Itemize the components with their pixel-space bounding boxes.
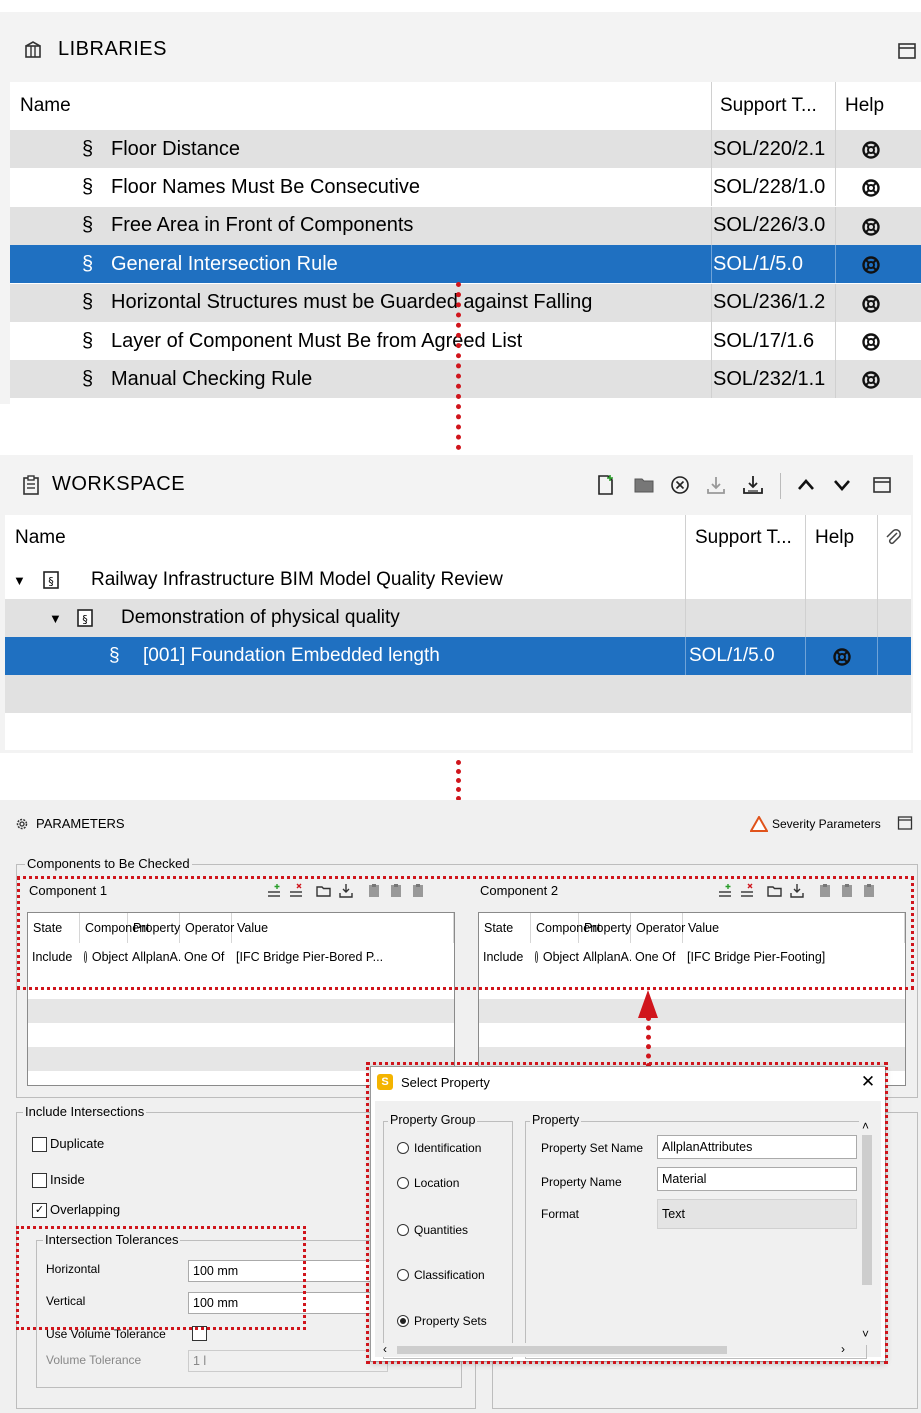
close-circle-icon[interactable] bbox=[668, 473, 692, 497]
annotation-arrow-1 bbox=[456, 282, 461, 450]
help-icon[interactable] bbox=[860, 139, 882, 161]
download-all-icon[interactable] bbox=[740, 473, 766, 497]
workspace-icon bbox=[20, 473, 42, 497]
svg-text:§: § bbox=[48, 575, 54, 588]
open-folder-icon[interactable] bbox=[632, 473, 658, 497]
workspace-title: WORKSPACE bbox=[52, 473, 186, 495]
library-row[interactable]: § Floor Names Must Be Consecutive SOL/228/… bbox=[10, 168, 921, 207]
help-icon[interactable] bbox=[831, 646, 853, 668]
libraries-header: Name Support T... Help bbox=[10, 82, 921, 130]
gear-icon bbox=[14, 816, 30, 832]
overlapping-label: Overlapping bbox=[50, 1202, 121, 1217]
new-file-icon[interactable] bbox=[594, 473, 618, 497]
download-icon[interactable] bbox=[704, 473, 728, 497]
rule-set-icon: § bbox=[75, 607, 95, 629]
annotation-arrowhead bbox=[638, 990, 658, 1018]
support-tag: SOL/228/1.0 bbox=[713, 175, 826, 198]
tree-row-selected[interactable]: § [001] Foundation Embedded length SOL/1… bbox=[5, 637, 911, 675]
tree-row-label: [001] Foundation Embedded length bbox=[143, 645, 440, 666]
libraries-table: Name Support T... Help § Floor Distance SO… bbox=[10, 82, 921, 404]
maximize-icon[interactable] bbox=[896, 814, 914, 832]
rule-set-icon: § bbox=[41, 569, 61, 591]
attachment-icon[interactable] bbox=[881, 527, 905, 549]
tree-row[interactable]: ▼ § Railway Infrastructure BIM Model Qua… bbox=[5, 561, 911, 599]
library-row[interactable]: § Free Area in Front of Components SOL/226… bbox=[10, 206, 921, 245]
col-name[interactable]: Name bbox=[20, 82, 71, 130]
svg-text:§: § bbox=[82, 613, 88, 626]
duplicate-label: Duplicate bbox=[50, 1136, 105, 1151]
help-icon[interactable] bbox=[860, 369, 882, 391]
libraries-rows: § Floor Distance SOL/220/2.1 § Floor Names M… bbox=[10, 130, 921, 404]
parameters-title: PARAMETERS bbox=[36, 816, 125, 831]
help-icon[interactable] bbox=[860, 177, 882, 199]
move-down-icon[interactable] bbox=[830, 473, 854, 497]
expand-arrow-icon[interactable]: ▼ bbox=[49, 599, 62, 637]
volume-field[interactable]: 1 l bbox=[188, 1350, 388, 1372]
library-row-selected[interactable]: § General Intersection Rule SOL/1/5.0 bbox=[10, 245, 921, 284]
rule-icon: § bbox=[82, 137, 94, 160]
rule-icon: § bbox=[82, 252, 94, 275]
maximize-icon[interactable] bbox=[896, 40, 918, 62]
support-tag: SOL/1/5.0 bbox=[713, 252, 804, 275]
tree-row-label: Demonstration of physical quality bbox=[121, 607, 400, 628]
help-icon[interactable] bbox=[860, 293, 882, 315]
library-row[interactable]: § Manual Checking Rule SOL/232/1.1 bbox=[10, 360, 921, 399]
rule-icon: § bbox=[82, 367, 94, 390]
col-name[interactable]: Name bbox=[15, 515, 66, 561]
rule-icon: § bbox=[82, 175, 94, 198]
tree-row[interactable]: ▼ § Demonstration of physical quality bbox=[5, 599, 911, 637]
workspace-panel: WORKSPACE Name Support T... Help ▼ § Rai… bbox=[0, 455, 913, 753]
library-row[interactable]: § Floor Distance SOL/220/2.1 bbox=[10, 130, 921, 168]
annotation-box-components bbox=[17, 876, 914, 990]
overlapping-checkbox[interactable]: ✓ bbox=[32, 1203, 47, 1218]
workspace-table: Name Support T... Help ▼ § Railway Infra… bbox=[5, 515, 911, 750]
support-tag: SOL/1/5.0 bbox=[689, 645, 775, 666]
library-row[interactable]: § Horizontal Structures must be Guarded a… bbox=[10, 283, 921, 322]
col-help[interactable]: Help bbox=[815, 515, 854, 561]
tree-row-label: Railway Infrastructure BIM Model Quality… bbox=[91, 569, 503, 590]
help-icon[interactable] bbox=[860, 331, 882, 353]
severity-parameters-button[interactable]: Severity Parameters bbox=[772, 817, 881, 831]
col-support[interactable]: Support T... bbox=[720, 82, 817, 130]
library-row-name: General Intersection Rule bbox=[111, 252, 338, 275]
workspace-header: Name Support T... Help bbox=[5, 515, 911, 561]
warning-icon bbox=[750, 815, 768, 833]
rule-icon: § bbox=[82, 329, 94, 352]
annotation-box-dialog bbox=[366, 1062, 888, 1364]
library-row-name: Floor Names Must Be Consecutive bbox=[111, 175, 421, 198]
rule-icon: § bbox=[82, 214, 94, 237]
help-icon[interactable] bbox=[860, 216, 882, 238]
library-row-name: Horizontal Structures must be Guarded ag… bbox=[111, 291, 593, 314]
support-tag: SOL/17/1.6 bbox=[713, 329, 815, 352]
library-row[interactable]: § Layer of Component Must Be from Agreed … bbox=[10, 322, 921, 360]
inside-label: Inside bbox=[50, 1172, 85, 1187]
volume-label: Volume Tolerance bbox=[46, 1353, 142, 1367]
col-support[interactable]: Support T... bbox=[695, 515, 792, 561]
support-tag: SOL/236/1.2 bbox=[713, 291, 826, 314]
annotation-box-tolerances bbox=[16, 1226, 306, 1330]
support-tag: SOL/220/2.1 bbox=[713, 137, 826, 160]
library-icon bbox=[22, 39, 44, 61]
empty-row bbox=[5, 675, 911, 713]
components-group-title: Components to Be Checked bbox=[25, 856, 192, 871]
library-row-name: Floor Distance bbox=[111, 137, 240, 160]
col-help[interactable]: Help bbox=[845, 82, 884, 130]
help-icon[interactable] bbox=[860, 254, 882, 276]
rule-icon: § bbox=[109, 645, 120, 666]
support-tag: SOL/232/1.1 bbox=[713, 367, 826, 390]
maximize-icon[interactable] bbox=[870, 473, 894, 497]
rule-icon: § bbox=[82, 291, 94, 314]
move-up-icon[interactable] bbox=[794, 473, 818, 497]
libraries-title: LIBRARIES bbox=[58, 38, 167, 60]
duplicate-checkbox[interactable] bbox=[32, 1137, 47, 1152]
library-row-name: Manual Checking Rule bbox=[111, 367, 313, 390]
library-row-name: Free Area in Front of Components bbox=[111, 214, 414, 237]
inside-checkbox[interactable] bbox=[32, 1173, 47, 1188]
intersections-group-title: Include Intersections bbox=[23, 1104, 147, 1119]
expand-arrow-icon[interactable]: ▼ bbox=[13, 561, 26, 599]
annotation-arrow-3 bbox=[646, 1016, 651, 1068]
parameters-panel: PARAMETERS Severity Parameters Component… bbox=[0, 800, 921, 1413]
support-tag: SOL/226/3.0 bbox=[713, 214, 826, 237]
